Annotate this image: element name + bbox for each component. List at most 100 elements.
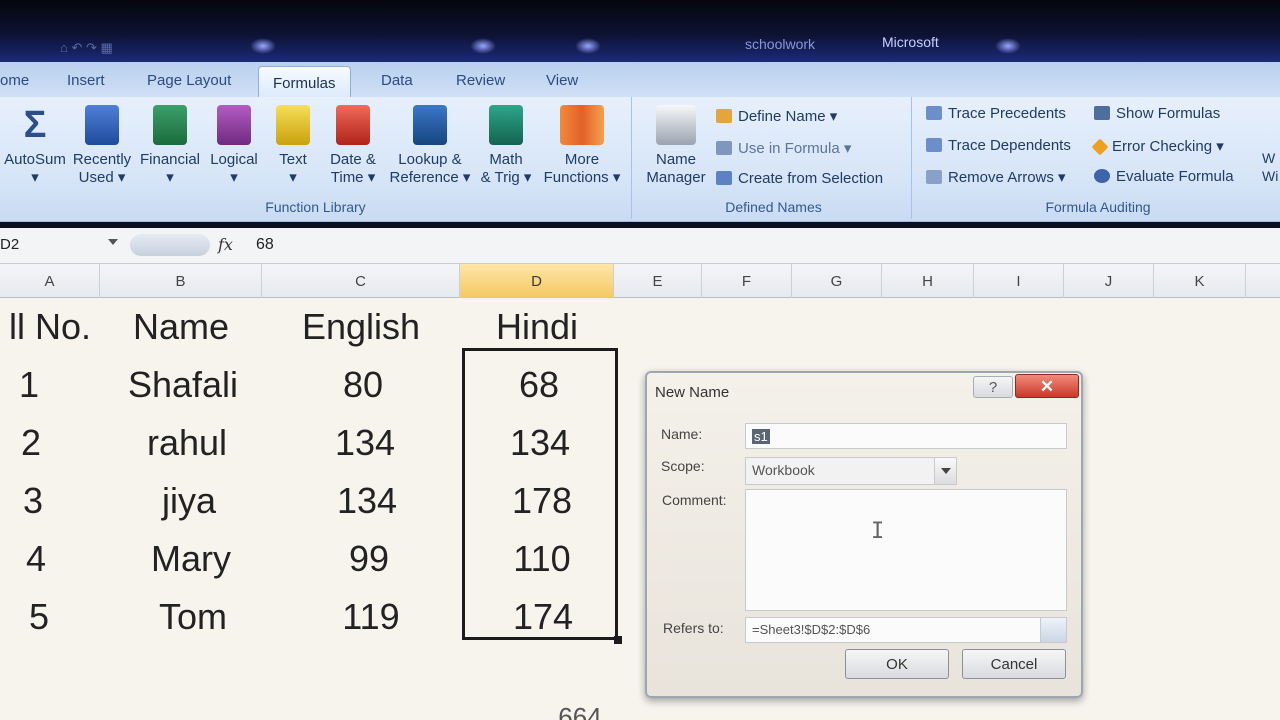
trace-precedents-button[interactable]: Trace Precedents [926, 105, 1066, 122]
trace-precedents-icon [926, 106, 942, 120]
refers-to-input[interactable]: =Sheet3!$D$2:$D$6 [745, 617, 1067, 643]
cell-name[interactable]: Mary [108, 538, 274, 580]
cell-name[interactable]: Shafali [100, 364, 266, 406]
tab-view[interactable]: View [546, 72, 578, 89]
formula-bar-resizer[interactable] [130, 234, 210, 256]
text-button[interactable]: Text ▾ [266, 105, 320, 187]
evaluate-formula-icon [1094, 169, 1110, 183]
error-checking-icon [1091, 138, 1109, 156]
new-name-dialog: New Name ? ✕ Name: s1 Scope: Workbook Co… [645, 371, 1083, 698]
logical-button[interactable]: Logical ▾ [204, 105, 264, 187]
header-cell-english[interactable]: English [262, 306, 460, 348]
comment-label: Comment: [662, 492, 727, 508]
create-from-selection-button[interactable]: Create from Selection [716, 170, 883, 187]
define-name-button[interactable]: Define Name ▾ [716, 107, 837, 125]
book-money-icon [153, 105, 187, 145]
error-checking-button[interactable]: Error Checking ▾ [1091, 137, 1224, 156]
cell-roll[interactable]: 1 [0, 364, 58, 406]
book-calendar-icon [336, 105, 370, 145]
cell-roll[interactable]: 4 [6, 538, 66, 580]
show-formulas-icon [1094, 106, 1110, 120]
ok-button[interactable]: OK [845, 649, 949, 679]
column-header-h[interactable]: H [882, 264, 974, 298]
cell-roll[interactable]: 5 [8, 596, 70, 638]
date-time-button[interactable]: Date & Time ▾ [322, 105, 384, 187]
use-in-formula-button[interactable]: Use in Formula ▾ [716, 139, 851, 157]
insert-function-icon[interactable]: fx [218, 235, 233, 254]
book-text-icon [276, 105, 310, 145]
ribbon: Σ AutoSum ▾ Recently Used ▾ Financial ▾ … [0, 97, 1280, 222]
column-header-g[interactable]: G [792, 264, 882, 298]
selection-range[interactable] [462, 348, 618, 640]
screen-glare [470, 38, 496, 54]
cell-roll[interactable]: 2 [2, 422, 60, 464]
chevron-down-icon[interactable] [934, 458, 956, 484]
name-label: Name: [661, 426, 703, 442]
cell-name[interactable]: Tom [110, 596, 276, 638]
column-header-f[interactable]: F [702, 264, 792, 298]
fill-handle[interactable] [614, 636, 622, 644]
cell-name[interactable]: jiya [106, 480, 272, 522]
name-input[interactable]: s1 [745, 423, 1067, 449]
screen-glare [995, 38, 1021, 54]
autosum-button[interactable]: Σ AutoSum ▾ [2, 105, 68, 187]
trace-dependents-button[interactable]: Trace Dependents [926, 137, 1071, 154]
tab-insert[interactable]: Insert [67, 72, 105, 89]
financial-button[interactable]: Financial ▾ [136, 105, 204, 187]
collapse-dialog-icon[interactable] [1040, 618, 1066, 642]
column-header-j[interactable]: J [1064, 264, 1154, 298]
text-cursor-icon: I [871, 519, 885, 544]
scope-select[interactable]: Workbook [745, 457, 957, 485]
math-trig-button[interactable]: Math & Trig ▾ [474, 105, 538, 187]
group-label: Defined Names [725, 199, 822, 215]
name-input-value: s1 [752, 429, 770, 444]
app-title: Microsoft [882, 34, 939, 50]
cell-english[interactable]: 119 [270, 596, 472, 638]
watch-window-button[interactable]: W Wi [1262, 149, 1278, 185]
tab-formulas[interactable]: Formulas [258, 66, 351, 99]
column-header-d[interactable]: D [460, 264, 614, 298]
cell-english[interactable]: 80 [262, 364, 464, 406]
name-manager-icon [656, 105, 696, 145]
cell-name[interactable]: rahul [104, 422, 270, 464]
cell-roll[interactable]: 3 [4, 480, 62, 522]
cell-english[interactable]: 99 [268, 538, 470, 580]
more-functions-button[interactable]: More Functions ▾ [538, 105, 626, 187]
close-button[interactable]: ✕ [1015, 374, 1079, 398]
cell-english[interactable]: 134 [264, 422, 466, 464]
dialog-title: New Name [655, 384, 730, 401]
tab-data[interactable]: Data [381, 72, 413, 89]
tab-review[interactable]: Review [456, 72, 505, 89]
tab-home[interactable]: ome [0, 72, 29, 89]
name-manager-button[interactable]: Name Manager [638, 105, 714, 187]
formula-bar: D2 fx 68 [0, 228, 1280, 264]
recently-used-button[interactable]: Recently Used ▾ [70, 105, 134, 187]
formula-input[interactable]: 68 [256, 236, 274, 254]
comment-textarea[interactable] [745, 489, 1067, 611]
evaluate-formula-button[interactable]: Evaluate Formula [1094, 168, 1234, 185]
cancel-button[interactable]: Cancel [962, 649, 1066, 679]
column-header-a[interactable]: A [0, 264, 100, 298]
header-cell-name[interactable]: Name [100, 306, 262, 348]
column-header-k[interactable]: K [1154, 264, 1246, 298]
column-header-b[interactable]: B [100, 264, 262, 298]
define-name-icon [716, 109, 732, 123]
quick-access-toolbar[interactable]: ⌂ ↶ ↷ ▦ [60, 40, 113, 56]
help-button[interactable]: ? [973, 376, 1013, 398]
column-header-e[interactable]: E [614, 264, 702, 298]
header-cell-roll-no[interactable]: ll No. [0, 306, 110, 348]
chevron-down-icon[interactable] [108, 239, 118, 245]
lookup-reference-button[interactable]: Lookup & Reference ▾ [386, 105, 474, 187]
show-formulas-button[interactable]: Show Formulas [1094, 105, 1220, 122]
books-stack-icon [560, 105, 604, 145]
remove-arrows-button[interactable]: Remove Arrows ▾ [926, 168, 1066, 186]
document-title: schoolwork [745, 36, 816, 52]
tab-page-layout[interactable]: Page Layout [147, 72, 231, 89]
column-header-i[interactable]: I [974, 264, 1064, 298]
sheet-grid: ll No. Name English Hindi 1 Shafali 80 6… [0, 298, 1280, 720]
column-header-c[interactable]: C [262, 264, 460, 298]
scope-label: Scope: [661, 458, 705, 474]
header-cell-hindi[interactable]: Hindi [460, 306, 614, 348]
name-box[interactable]: D2 [0, 232, 122, 258]
cell-english[interactable]: 134 [266, 480, 468, 522]
